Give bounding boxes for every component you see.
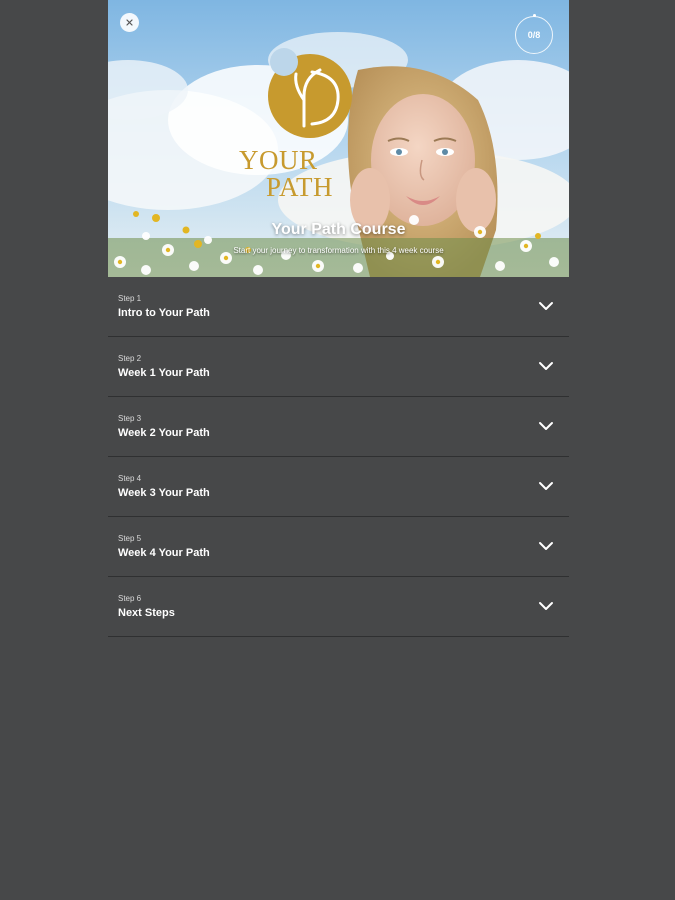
step-item-5[interactable]: Step 5 Week 4 Your Path [108, 517, 569, 577]
step-title: Intro to Your Path [118, 307, 210, 319]
chevron-down-icon[interactable] [538, 481, 554, 491]
step-item-3[interactable]: Step 3 Week 2 Your Path [108, 397, 569, 457]
course-title: Your Path Course [271, 221, 406, 238]
step-item-6[interactable]: Step 6 Next Steps [108, 577, 569, 637]
step-item-1[interactable]: Step 1 Intro to Your Path [108, 277, 569, 337]
close-icon [126, 19, 133, 26]
chevron-down-icon[interactable] [538, 541, 554, 551]
step-number: Step 5 [118, 534, 142, 543]
course-subtitle: Start your journey to transformation wit… [233, 246, 444, 255]
step-title: Week 4 Your Path [118, 547, 210, 559]
logo-text-your: YOUR [239, 145, 318, 175]
chevron-down-icon[interactable] [538, 601, 554, 611]
step-list: Step 1 Intro to Your Path Step 2 Week 1 … [108, 277, 569, 637]
step-number: Step 1 [118, 294, 142, 303]
step-number: Step 6 [118, 594, 142, 603]
step-title: Week 1 Your Path [118, 367, 210, 379]
chevron-down-icon[interactable] [538, 421, 554, 431]
chevron-down-icon[interactable] [538, 361, 554, 371]
course-panel: YOUR PATH 0/8 Your Path Course Start you… [108, 0, 569, 900]
step-title: Week 3 Your Path [118, 487, 210, 499]
step-title: Next Steps [118, 607, 175, 619]
step-item-2[interactable]: Step 2 Week 1 Your Path [108, 337, 569, 397]
step-number: Step 4 [118, 474, 142, 483]
step-item-4[interactable]: Step 4 Week 3 Your Path [108, 457, 569, 517]
chevron-down-icon[interactable] [538, 301, 554, 311]
step-number: Step 3 [118, 414, 142, 423]
step-title: Week 2 Your Path [118, 427, 210, 439]
course-hero: YOUR PATH 0/8 Your Path Course Start you… [108, 0, 569, 277]
logo-text-path: PATH [266, 172, 334, 202]
close-button[interactable] [120, 13, 139, 32]
progress-counter: 0/8 [515, 16, 553, 54]
step-number: Step 2 [118, 354, 142, 363]
